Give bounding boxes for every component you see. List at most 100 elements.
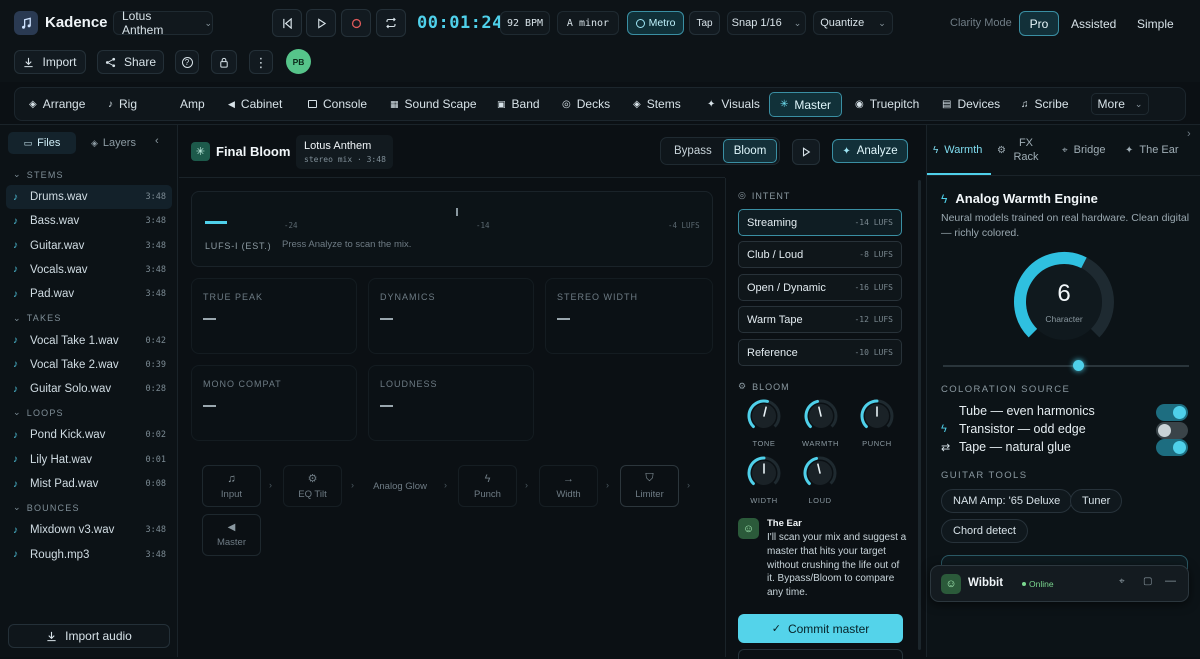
nav-rig[interactable]: ♪ Rig bbox=[108, 88, 137, 120]
collapse-sidebar-icon[interactable]: ‹ bbox=[155, 135, 159, 147]
knob-punch[interactable]: PUNCH bbox=[859, 398, 895, 448]
record-button[interactable] bbox=[341, 9, 371, 37]
chain-width[interactable]: → Width bbox=[539, 465, 598, 507]
section-stems[interactable]: ⌄ STEMS bbox=[13, 169, 64, 180]
avatar[interactable]: PB bbox=[286, 49, 311, 74]
file-item[interactable]: ♪ Rough.mp3 3:48 bbox=[6, 543, 172, 567]
file-item[interactable]: ♪ Mixdown v3.wav 3:48 bbox=[6, 518, 172, 542]
toggle-transistor[interactable] bbox=[1156, 422, 1188, 439]
chain-master[interactable]: ◀ Master bbox=[202, 514, 261, 556]
nav-stems[interactable]: ◈ Stems bbox=[633, 88, 681, 120]
mode-pro-button[interactable]: Pro bbox=[1019, 11, 1059, 36]
wibbit-widget[interactable]: ☺ Wibbit Online ⌖ ▢ — bbox=[930, 565, 1189, 602]
file-item[interactable]: ♪ Vocals.wav 3:48 bbox=[6, 258, 172, 282]
nam-amp-chip[interactable]: NAM Amp: '65 Deluxe bbox=[941, 489, 1073, 513]
secondary-action-button[interactable] bbox=[738, 649, 903, 659]
more-options-button[interactable]: ⋮ bbox=[249, 50, 273, 74]
nav-visuals[interactable]: ✦ Visuals bbox=[707, 88, 760, 120]
nav-devices[interactable]: ▤ Devices bbox=[942, 88, 1000, 120]
nav-scribe[interactable]: ♫ Scribe bbox=[1021, 88, 1069, 120]
play-button[interactable] bbox=[306, 9, 336, 37]
tab-layers[interactable]: ◈ Layers bbox=[91, 132, 136, 154]
metro-button[interactable]: Metro bbox=[627, 11, 684, 35]
toggle-tape[interactable] bbox=[1156, 439, 1188, 456]
quantize-select[interactable]: Quantize ⌄ bbox=[813, 11, 893, 35]
character-slider-thumb[interactable] bbox=[1072, 360, 1084, 371]
mode-simple-button[interactable]: Simple bbox=[1137, 17, 1174, 31]
section-takes[interactable]: ⌄ TAKES bbox=[13, 313, 62, 324]
nav-console[interactable]: Console bbox=[308, 88, 367, 120]
tuner-chip[interactable]: Tuner bbox=[1070, 489, 1123, 513]
nav-more[interactable]: More ⌄ bbox=[1091, 93, 1149, 115]
pin-icon[interactable]: ⌖ bbox=[1119, 576, 1125, 587]
share-button[interactable]: Share bbox=[97, 50, 164, 74]
chain-eq-tilt[interactable]: ⚙ EQ Tilt bbox=[283, 465, 342, 507]
file-item[interactable]: ♪ Guitar Solo.wav 0:28 bbox=[6, 377, 172, 401]
analyze-button[interactable]: ✦ Analyze bbox=[832, 139, 908, 163]
nav-band[interactable]: ▣ Band bbox=[497, 88, 540, 120]
knob-warmth[interactable]: WARMTH bbox=[802, 398, 839, 448]
bypass-button[interactable]: Bypass bbox=[674, 145, 712, 157]
chord-detect-chip[interactable]: Chord detect bbox=[941, 519, 1028, 543]
commit-master-button[interactable]: ✓ Commit master bbox=[738, 614, 903, 643]
intent-club-loud[interactable]: Club / Loud -8 LUFS bbox=[738, 241, 902, 268]
toggle-tube[interactable] bbox=[1156, 404, 1188, 421]
intent-open-dynamic[interactable]: Open / Dynamic -16 LUFS bbox=[738, 274, 902, 301]
section-loops[interactable]: ⌄ LOOPS bbox=[13, 407, 64, 418]
knob-width[interactable]: WIDTH bbox=[746, 455, 782, 505]
minimize-icon[interactable]: — bbox=[1165, 575, 1176, 587]
tab-fx-rack[interactable]: ⚙ FX Rack bbox=[997, 125, 1040, 175]
nav-arrange[interactable]: ◈ Arrange bbox=[29, 88, 85, 120]
file-item[interactable]: ♪ Guitar.wav 3:48 bbox=[6, 234, 172, 258]
file-item[interactable]: ♪ Drums.wav 3:48 bbox=[6, 185, 172, 209]
file-item[interactable]: ♪ Bass.wav 3:48 bbox=[6, 209, 172, 233]
nav-sound-scape[interactable]: ▦ Sound Scape bbox=[390, 88, 477, 120]
nav-amp[interactable]: Amp bbox=[180, 88, 205, 120]
bloom-button[interactable]: Bloom bbox=[723, 139, 777, 163]
bpm-display[interactable]: 92 BPM bbox=[500, 11, 550, 35]
chain-master-label: Master bbox=[216, 537, 247, 548]
help-button[interactable]: ? bbox=[175, 50, 199, 74]
knob-tone[interactable]: TONE bbox=[746, 398, 782, 448]
nav-master[interactable]: ✳ Master bbox=[769, 92, 842, 117]
import-audio-button[interactable]: Import audio bbox=[8, 624, 170, 648]
intent-reference[interactable]: Reference -10 LUFS bbox=[738, 339, 902, 366]
knob-loud[interactable]: LOUD bbox=[802, 455, 838, 505]
intent-warm-tape[interactable]: Warm Tape -12 LUFS bbox=[738, 306, 902, 333]
preview-play-button[interactable] bbox=[792, 139, 820, 165]
intent-streaming[interactable]: Streaming -14 LUFS bbox=[738, 209, 902, 236]
intent-scrollbar[interactable] bbox=[918, 180, 921, 650]
skip-back-button[interactable] bbox=[272, 9, 302, 37]
chain-punch[interactable]: ϟ Punch bbox=[458, 465, 517, 507]
lock-icon[interactable]: ▢ bbox=[1143, 576, 1152, 587]
mode-assisted-button[interactable]: Assisted bbox=[1071, 17, 1116, 31]
loop-button[interactable] bbox=[376, 9, 406, 37]
tab-warmth[interactable]: ϟ Warmth bbox=[933, 125, 982, 175]
key-display[interactable]: A minor bbox=[557, 11, 619, 35]
file-item[interactable]: ♪ Vocal Take 2.wav 0:39 bbox=[6, 353, 172, 377]
chain-input[interactable]: ♫ Input bbox=[202, 465, 261, 507]
chain-limiter[interactable]: ⛉ Limiter bbox=[620, 465, 679, 507]
tab-the-ear[interactable]: ✦ The Ear bbox=[1125, 125, 1179, 175]
tab-files[interactable]: ▭ Files bbox=[8, 132, 76, 154]
share-icon bbox=[105, 57, 116, 67]
file-item[interactable]: ♪ Pond Kick.wav 0:02 bbox=[6, 423, 172, 447]
section-bounces[interactable]: ⌄ BOUNCES bbox=[13, 502, 80, 513]
file-item[interactable]: ♪ Vocal Take 1.wav 0:42 bbox=[6, 329, 172, 353]
tab-bridge[interactable]: ⌖ Bridge bbox=[1062, 125, 1105, 175]
file-item[interactable]: ♪ Mist Pad.wav 0:08 bbox=[6, 472, 172, 496]
tap-button[interactable]: Tap bbox=[689, 11, 720, 35]
character-slider-track[interactable] bbox=[943, 365, 1189, 367]
import-button[interactable]: Import bbox=[14, 50, 86, 74]
chain-analog-glow[interactable]: Analog Glow bbox=[365, 465, 435, 507]
file-item[interactable]: ♪ Pad.wav 3:48 bbox=[6, 282, 172, 306]
nav-cabinet[interactable]: ◀ Cabinet bbox=[228, 88, 282, 120]
lock-button[interactable] bbox=[211, 50, 237, 74]
tabs-scroll-right-icon[interactable]: › bbox=[1187, 128, 1191, 140]
audio-file-icon: ♪ bbox=[13, 359, 18, 371]
nav-decks[interactable]: ◎ Decks bbox=[562, 88, 610, 120]
nav-truepitch[interactable]: ◉ Truepitch bbox=[855, 88, 919, 120]
snap-select[interactable]: Snap 1/16 ⌄ bbox=[727, 11, 806, 35]
file-item[interactable]: ♪ Lily Hat.wav 0:01 bbox=[6, 448, 172, 472]
project-select[interactable]: Lotus Anthem ⌄ bbox=[113, 9, 213, 37]
